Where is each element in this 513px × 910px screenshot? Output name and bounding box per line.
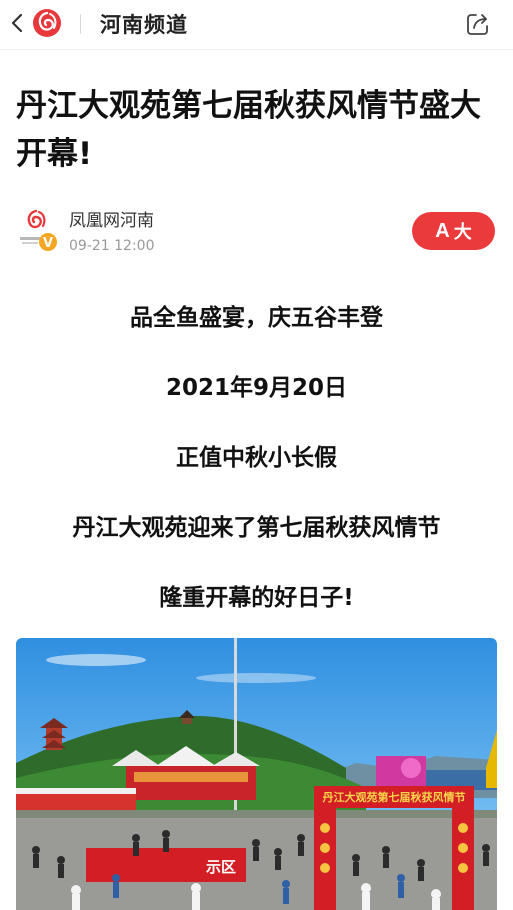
- article-photo[interactable]: 丹江大观苑第七届秋获风情节 示区: [16, 638, 497, 910]
- author-avatar[interactable]: V: [18, 206, 58, 252]
- paragraph: 隆重开幕的好日子!: [159, 585, 354, 611]
- share-icon[interactable]: [464, 10, 492, 38]
- paragraph: 品全鱼盛宴，庆五谷丰登: [130, 305, 383, 331]
- top-bar: 河南频道: [0, 0, 513, 50]
- font-size-label: 大: [453, 222, 472, 243]
- publish-date: 09-21 12:00: [69, 238, 155, 254]
- paragraph: 丹江大观苑迎来了第七届秋获风情节: [72, 515, 441, 541]
- gate-banner-text: 丹江大观苑第七届秋获风情节: [323, 790, 466, 804]
- article-title: 丹江大观苑第七届秋获风情节盛大开幕!: [16, 88, 481, 172]
- font-size-icon: A: [435, 219, 450, 242]
- paragraph: 正值中秋小长假: [176, 445, 337, 471]
- header-divider: [80, 14, 81, 34]
- author-name[interactable]: 凤凰网河南: [69, 206, 154, 231]
- paragraph: 2021年9月20日: [165, 375, 348, 401]
- phoenix-logo-icon[interactable]: [32, 8, 62, 38]
- svg-text:V: V: [43, 236, 53, 251]
- chevron-left-icon[interactable]: [6, 10, 30, 36]
- sign-text: 示区: [206, 858, 236, 876]
- font-size-button[interactable]: A 大: [412, 212, 495, 250]
- channel-title: 河南频道: [100, 13, 188, 37]
